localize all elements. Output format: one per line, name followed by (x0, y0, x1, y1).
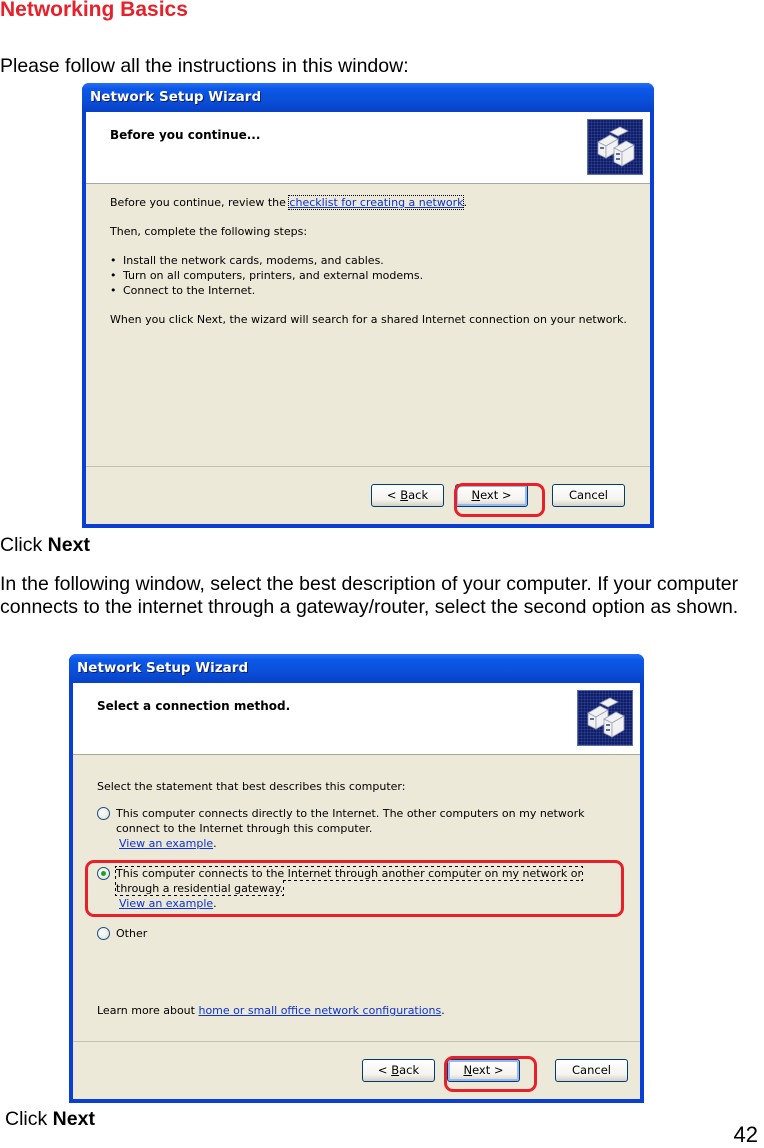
cancel-button[interactable]: Cancel (555, 1059, 628, 1082)
wizard-body: Before you continue... Before you contin… (86, 112, 650, 524)
network-configurations-link[interactable]: home or small office network configurati… (198, 1004, 441, 1017)
page-title: Networking Basics (0, 0, 188, 21)
option-label: This computer connects to the Internet t… (115, 866, 583, 896)
option-other[interactable]: Other (97, 926, 626, 941)
list-item: Turn on all computers, printers, and ext… (110, 268, 636, 283)
review-prefix: Before you continue, review the (110, 196, 286, 209)
learn-prefix: Learn more about (97, 1004, 195, 1017)
closing-text: When you click Next, the wizard will sea… (110, 313, 627, 326)
click-prefix: Click (0, 534, 43, 556)
checklist-link[interactable]: checklist for creating a network (288, 195, 465, 210)
review-suffix: . (463, 196, 467, 209)
wizard-header-title: Select a connection method. (97, 699, 291, 713)
radio-direct[interactable] (97, 807, 110, 820)
option-label: This computer connects directly to the I… (116, 807, 585, 835)
wizard-body: Select a connection method. Select the s… (73, 683, 640, 1099)
window-title: Network Setup Wizard (82, 83, 654, 112)
wizard-footer: < Back Next > Cancel (86, 466, 650, 524)
prompt-text: Select the statement that best describes… (97, 780, 406, 793)
wizard-header: Select a connection method. (73, 683, 640, 755)
option-direct-connection[interactable]: This computer connects directly to the I… (97, 806, 626, 851)
next-button[interactable]: Next > (455, 484, 528, 507)
click-next-instruction-1: Click Next (0, 534, 90, 557)
click-next-instruction-2: Click Next (5, 1108, 95, 1131)
learn-more-line: Learn more about home or small office ne… (97, 1003, 626, 1018)
cancel-button[interactable]: Cancel (552, 484, 625, 507)
wizard-content: Select the statement that best describes… (97, 779, 626, 1018)
back-button[interactable]: < Back (362, 1059, 435, 1082)
view-example-link[interactable]: View an example (119, 837, 213, 850)
radio-gateway[interactable] (97, 867, 110, 880)
wizard-header-title: Before you continue... (110, 128, 261, 142)
wizard-header: Before you continue... (86, 112, 650, 184)
click-target: Next (52, 1108, 95, 1130)
description-text: In the following window, select the best… (0, 573, 739, 618)
steps-intro: Then, complete the following steps: (110, 225, 308, 238)
option-label: Other (116, 927, 148, 940)
option-residential-gateway[interactable]: This computer connects to the Internet t… (97, 866, 626, 911)
review-line: Before you continue, review the checklis… (110, 195, 636, 210)
network-computers-icon (577, 690, 633, 746)
network-computers-icon (587, 119, 643, 175)
wizard-content: Before you continue, review the checklis… (110, 195, 636, 327)
window-title: Network Setup Wizard (69, 654, 644, 683)
wizard-window-before-continue: Network Setup Wizard Before you continue… (82, 83, 654, 528)
wizard-window-connection-method: Network Setup Wizard Select a connection… (69, 654, 644, 1103)
back-button[interactable]: < Back (371, 484, 444, 507)
next-button[interactable]: Next > (447, 1059, 520, 1082)
radio-other[interactable] (97, 927, 110, 940)
learn-suffix: . (441, 1004, 445, 1017)
steps-list: Install the network cards, modems, and c… (110, 253, 636, 298)
intro-text: Please follow all the instructions in th… (0, 55, 409, 77)
list-item: Connect to the Internet. (110, 283, 636, 298)
page-number: 42 (733, 1122, 758, 1147)
view-example-link[interactable]: View an example (119, 897, 213, 910)
wizard-footer: < Back Next > Cancel (73, 1041, 640, 1099)
list-item: Install the network cards, modems, and c… (110, 253, 636, 268)
click-prefix: Click (5, 1108, 48, 1130)
click-target: Next (47, 534, 90, 556)
